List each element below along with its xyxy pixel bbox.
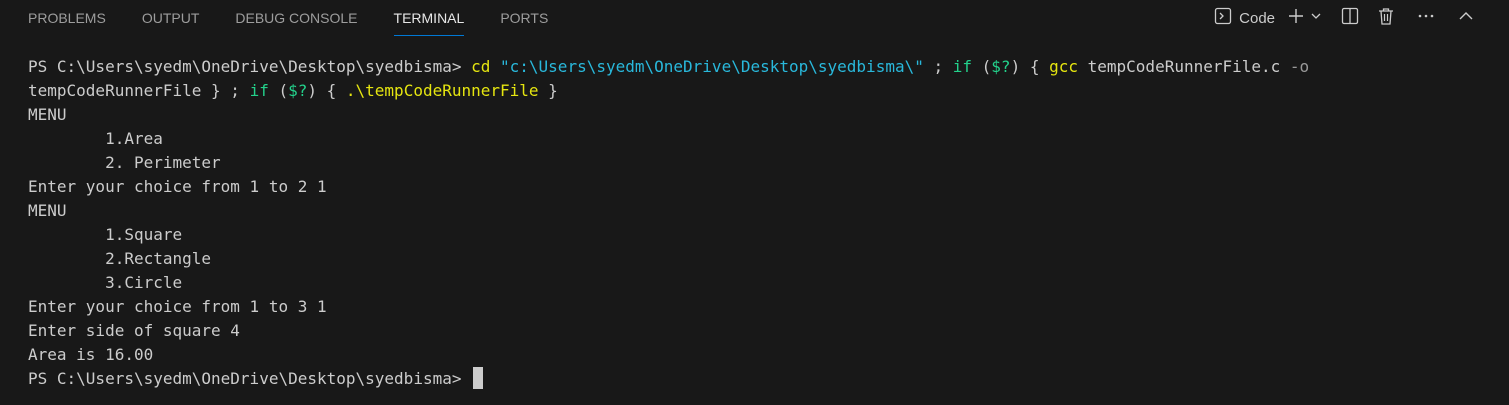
chevron-down-icon xyxy=(1310,9,1322,27)
tab-output[interactable]: OUTPUT xyxy=(142,0,200,38)
chevron-up-icon xyxy=(1456,6,1476,31)
maximize-panel-button[interactable] xyxy=(1453,5,1479,31)
panel-tabs: PROBLEMS OUTPUT DEBUG CONSOLE TERMINAL P… xyxy=(28,0,584,38)
terminal-profile-button[interactable]: Code xyxy=(1213,5,1283,31)
gcc-arguments: tempCodeRunnerFile.c xyxy=(1078,57,1290,76)
output-flag: -o xyxy=(1289,57,1310,76)
path-string: "c:\Users\syedm\OneDrive\Desktop\syedbis… xyxy=(490,57,924,76)
more-icon xyxy=(1416,6,1436,31)
panel-tab-bar: PROBLEMS OUTPUT DEBUG CONSOLE TERMINAL P… xyxy=(0,0,1509,38)
plus-icon xyxy=(1286,6,1306,31)
gcc-command: gcc xyxy=(1049,57,1078,76)
output-line: 3.Circle xyxy=(28,273,183,292)
tab-debug-console[interactable]: DEBUG CONSOLE xyxy=(235,0,357,38)
prompt: PS C:\Users\syedm\OneDrive\Desktop\syedb… xyxy=(28,369,472,388)
terminal-actions: Code xyxy=(1213,4,1479,32)
cd-command: cd xyxy=(471,57,491,76)
output-line: Enter side of square 4 xyxy=(28,321,240,340)
output-line: Enter your choice from 1 to 3 1 xyxy=(28,297,327,316)
if-keyword: if xyxy=(952,57,973,76)
terminal-icon xyxy=(1213,6,1233,31)
terminal-cursor xyxy=(473,367,484,389)
final-prompt-line: PS C:\Users\syedm\OneDrive\Desktop\syedb… xyxy=(28,367,1497,391)
output-line: 1.Square xyxy=(28,225,183,244)
prompt: PS C:\Users\syedm\OneDrive\Desktop\syedb… xyxy=(28,57,472,76)
output-line: 1.Area xyxy=(28,129,163,148)
output-line: Area is 16.00 xyxy=(28,345,154,364)
command-line-1: PS C:\Users\syedm\OneDrive\Desktop\syedb… xyxy=(28,55,1497,79)
output-line: 2. Perimeter xyxy=(28,153,221,172)
run-command: .\tempCodeRunnerFile xyxy=(345,81,539,100)
terminal-profile-label: Code xyxy=(1239,9,1275,27)
paren-open: ( xyxy=(972,57,992,76)
status-variable: $? xyxy=(991,57,1011,76)
more-actions-button[interactable] xyxy=(1413,5,1439,31)
command-line-2: tempCodeRunnerFile } ; if ($?) { .\tempC… xyxy=(28,79,1497,103)
output-line: MENU xyxy=(28,201,67,220)
wrapped-command: tempCodeRunnerFile } ; xyxy=(28,81,250,100)
kill-terminal-button[interactable] xyxy=(1373,5,1399,31)
tab-problems[interactable]: PROBLEMS xyxy=(28,0,106,38)
separator: ; xyxy=(923,57,953,76)
terminal-output[interactable]: PS C:\Users\syedm\OneDrive\Desktop\syedb… xyxy=(28,55,1497,391)
paren-close: ) { xyxy=(1010,57,1050,76)
close-brace: } xyxy=(538,81,558,100)
split-terminal-button[interactable] xyxy=(1337,5,1363,31)
output-line: Enter your choice from 1 to 2 1 xyxy=(28,177,327,196)
if-keyword: if xyxy=(249,81,269,100)
new-terminal-button[interactable] xyxy=(1283,5,1309,31)
output-line: MENU xyxy=(28,105,67,124)
terminal-panel: PROBLEMS OUTPUT DEBUG CONSOLE TERMINAL P… xyxy=(0,0,1509,405)
split-icon xyxy=(1340,6,1360,31)
launch-profile-dropdown[interactable] xyxy=(1309,5,1323,31)
paren-close: ) { xyxy=(307,81,346,100)
trash-icon xyxy=(1376,6,1396,31)
paren-open: ( xyxy=(268,81,289,100)
output-line: 2.Rectangle xyxy=(28,249,212,268)
status-variable: $? xyxy=(288,81,308,100)
tab-terminal[interactable]: TERMINAL xyxy=(393,0,464,38)
tab-ports[interactable]: PORTS xyxy=(500,0,548,38)
